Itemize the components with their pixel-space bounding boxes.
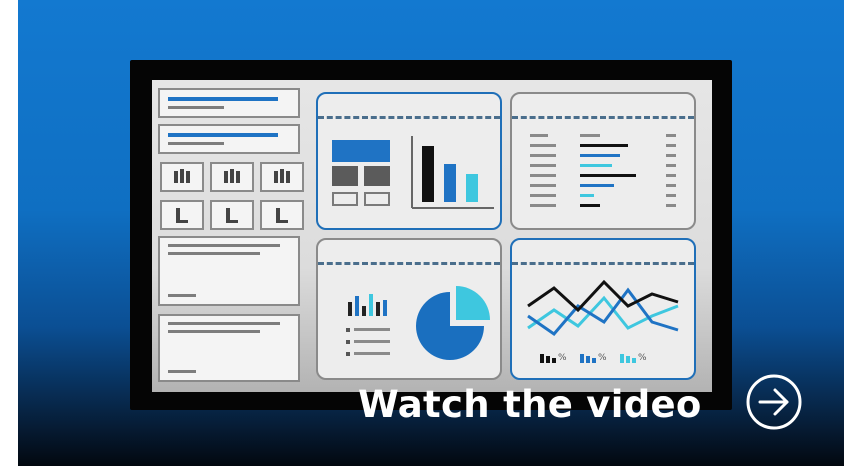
chart-legend: % % %	[540, 352, 680, 366]
kpi-tile	[160, 200, 204, 230]
card-bar-chart	[316, 92, 502, 230]
kpi-tile	[160, 162, 204, 192]
card-pie-chart	[316, 238, 502, 380]
video-banner[interactable]: % % % Watch the video	[18, 0, 844, 466]
legend-label: %	[638, 353, 647, 363]
kpi-tile	[260, 162, 304, 192]
sidebar-card-2	[158, 124, 300, 154]
kpi-tile	[260, 200, 304, 230]
kpi-tile	[210, 200, 254, 230]
watch-video-label[interactable]: Watch the video	[358, 372, 702, 436]
kpi-tile	[210, 162, 254, 192]
arrow-right-circle-icon[interactable]	[744, 372, 804, 432]
line-chart-icon	[527, 279, 679, 337]
dashboard-illustration: % % %	[152, 80, 712, 392]
sidebar-card-3	[158, 236, 300, 306]
sidebar-card-1	[158, 88, 300, 118]
list-icon	[346, 328, 390, 356]
card-list	[510, 92, 696, 230]
list-bars-icon	[530, 134, 676, 207]
legend-label: %	[558, 353, 567, 363]
mini-bars-icon	[348, 294, 387, 316]
legend-label: %	[598, 353, 607, 363]
card-line-chart: % % %	[510, 238, 696, 380]
sidebar-card-4	[158, 314, 300, 382]
monitor-frame: % % %	[130, 60, 732, 410]
pie-chart-icon	[416, 286, 490, 360]
bar-chart-icon	[411, 136, 494, 209]
